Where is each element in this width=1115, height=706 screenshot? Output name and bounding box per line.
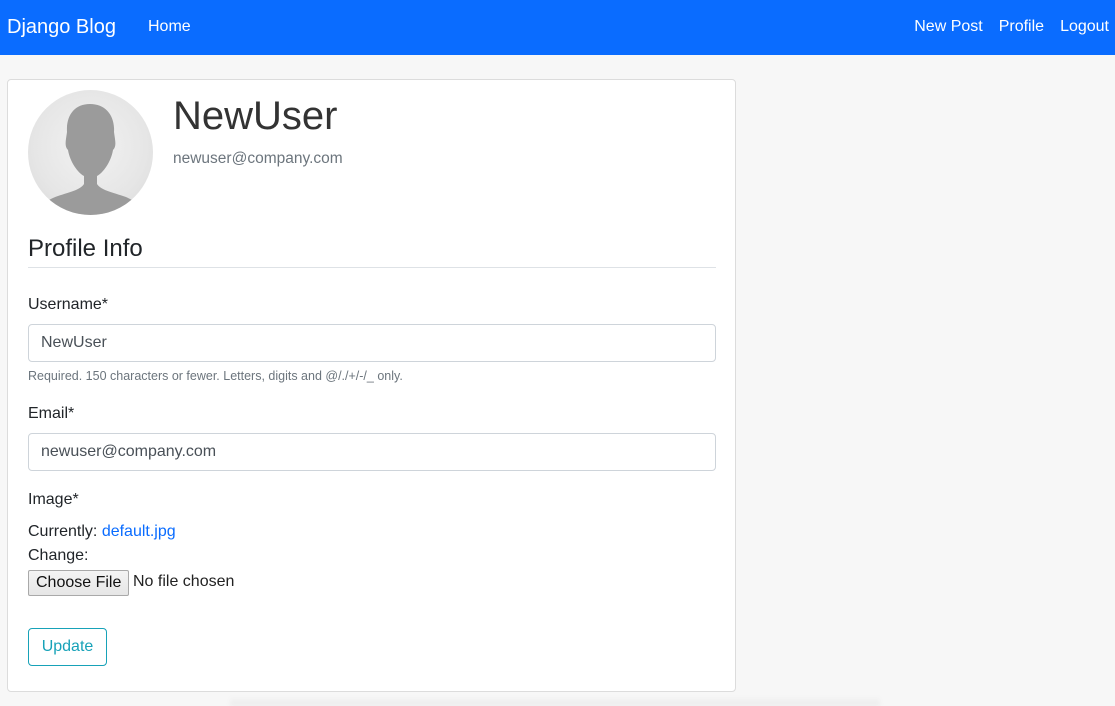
navbar: Django Blog Home New Post Profile Logout <box>0 0 1115 55</box>
page-bottom-shadow <box>230 696 880 706</box>
file-status-text: No file chosen <box>133 573 235 590</box>
account-email: newuser@company.com <box>173 150 343 167</box>
nav-logout-link[interactable]: Logout <box>1060 17 1109 37</box>
username-help-text: Required. 150 characters or fewer. Lette… <box>28 369 403 383</box>
avatar <box>28 90 153 215</box>
image-label: Image* <box>28 491 79 508</box>
account-username: NewUser <box>173 94 338 138</box>
nav-new-post-link[interactable]: New Post <box>914 17 982 37</box>
update-button[interactable]: Update <box>28 628 107 666</box>
username-label: Username* <box>28 296 109 313</box>
email-label: Email* <box>28 405 75 422</box>
nav-right: New Post Profile Logout <box>914 17 1109 37</box>
current-image-link[interactable]: default.jpg <box>102 523 176 540</box>
form-legend: Profile Info <box>28 234 716 268</box>
nav-profile-link[interactable]: Profile <box>999 17 1044 37</box>
profile-card: NewUser newuser@company.com Profile Info… <box>7 79 736 692</box>
currently-label: Currently: <box>28 523 98 540</box>
brand-link[interactable]: Django Blog <box>7 14 116 40</box>
currently-row: Currently: default.jpg <box>28 522 176 542</box>
email-input[interactable] <box>28 433 716 471</box>
username-input[interactable] <box>28 324 716 362</box>
user-silhouette-icon <box>36 104 145 215</box>
choose-file-button[interactable]: Choose File <box>28 570 130 596</box>
change-label: Change: <box>28 547 89 564</box>
nav-home-link[interactable]: Home <box>148 17 191 37</box>
